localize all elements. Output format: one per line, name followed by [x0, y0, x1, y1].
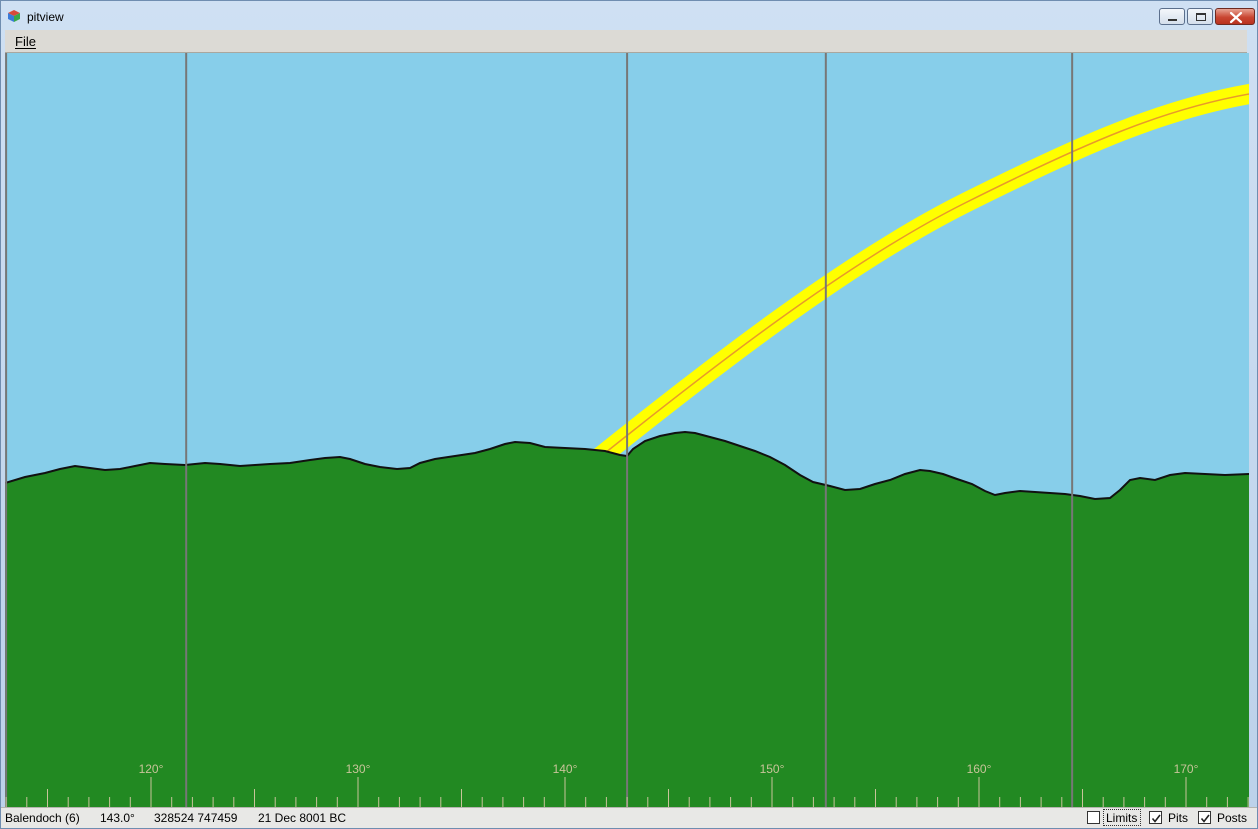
limits-label[interactable]: Limits	[1106, 811, 1137, 825]
pits-label[interactable]: Pits	[1168, 811, 1188, 825]
close-button[interactable]	[1215, 8, 1255, 25]
app-icon	[8, 10, 20, 22]
azimuth-label: 140°	[553, 762, 578, 776]
horizon-view[interactable]: 120° 130° 140° 150° 160° 170°	[5, 53, 1249, 807]
sun-band	[593, 83, 1249, 465]
azimuth-label: 170°	[1174, 762, 1199, 776]
app-window: pitview File 120° 130° 140° 150° 160° 170° Ba…	[0, 0, 1258, 829]
checkmark-icon	[1200, 814, 1210, 823]
azimuth-label: 160°	[967, 762, 992, 776]
status-coords: 328524 747459	[154, 811, 238, 825]
azimuth-label: 130°	[346, 762, 371, 776]
checkmark-icon	[1151, 814, 1161, 823]
horizon-canvas[interactable]: 120° 130° 140° 150° 160° 170°	[5, 53, 1249, 807]
status-date: 21 Dec 8001 BC	[258, 811, 347, 825]
azimuth-label: 150°	[760, 762, 785, 776]
title-bar[interactable]: pitview	[1, 1, 1257, 31]
maximize-icon	[1196, 13, 1206, 21]
minimize-icon	[1168, 19, 1177, 21]
menu-file[interactable]: File	[15, 34, 36, 49]
status-site: Balendoch (6)	[5, 811, 80, 825]
azimuth-label: 120°	[139, 762, 164, 776]
menu-bar: File	[5, 30, 1247, 53]
status-azimuth: 143.0°	[100, 811, 135, 825]
limits-checkbox[interactable]	[1087, 811, 1100, 824]
window-title: pitview	[27, 10, 64, 24]
minimize-button[interactable]	[1159, 8, 1185, 25]
status-bar: Balendoch (6) 143.0° 328524 747459 21 De…	[1, 807, 1257, 828]
sun-path-layer	[593, 83, 1249, 465]
close-icon	[1229, 11, 1243, 24]
posts-checkbox[interactable]	[1198, 811, 1211, 824]
posts-label[interactable]: Posts	[1217, 811, 1247, 825]
maximize-button[interactable]	[1187, 8, 1213, 25]
sun-centre-line	[599, 93, 1249, 458]
pits-checkbox[interactable]	[1149, 811, 1162, 824]
